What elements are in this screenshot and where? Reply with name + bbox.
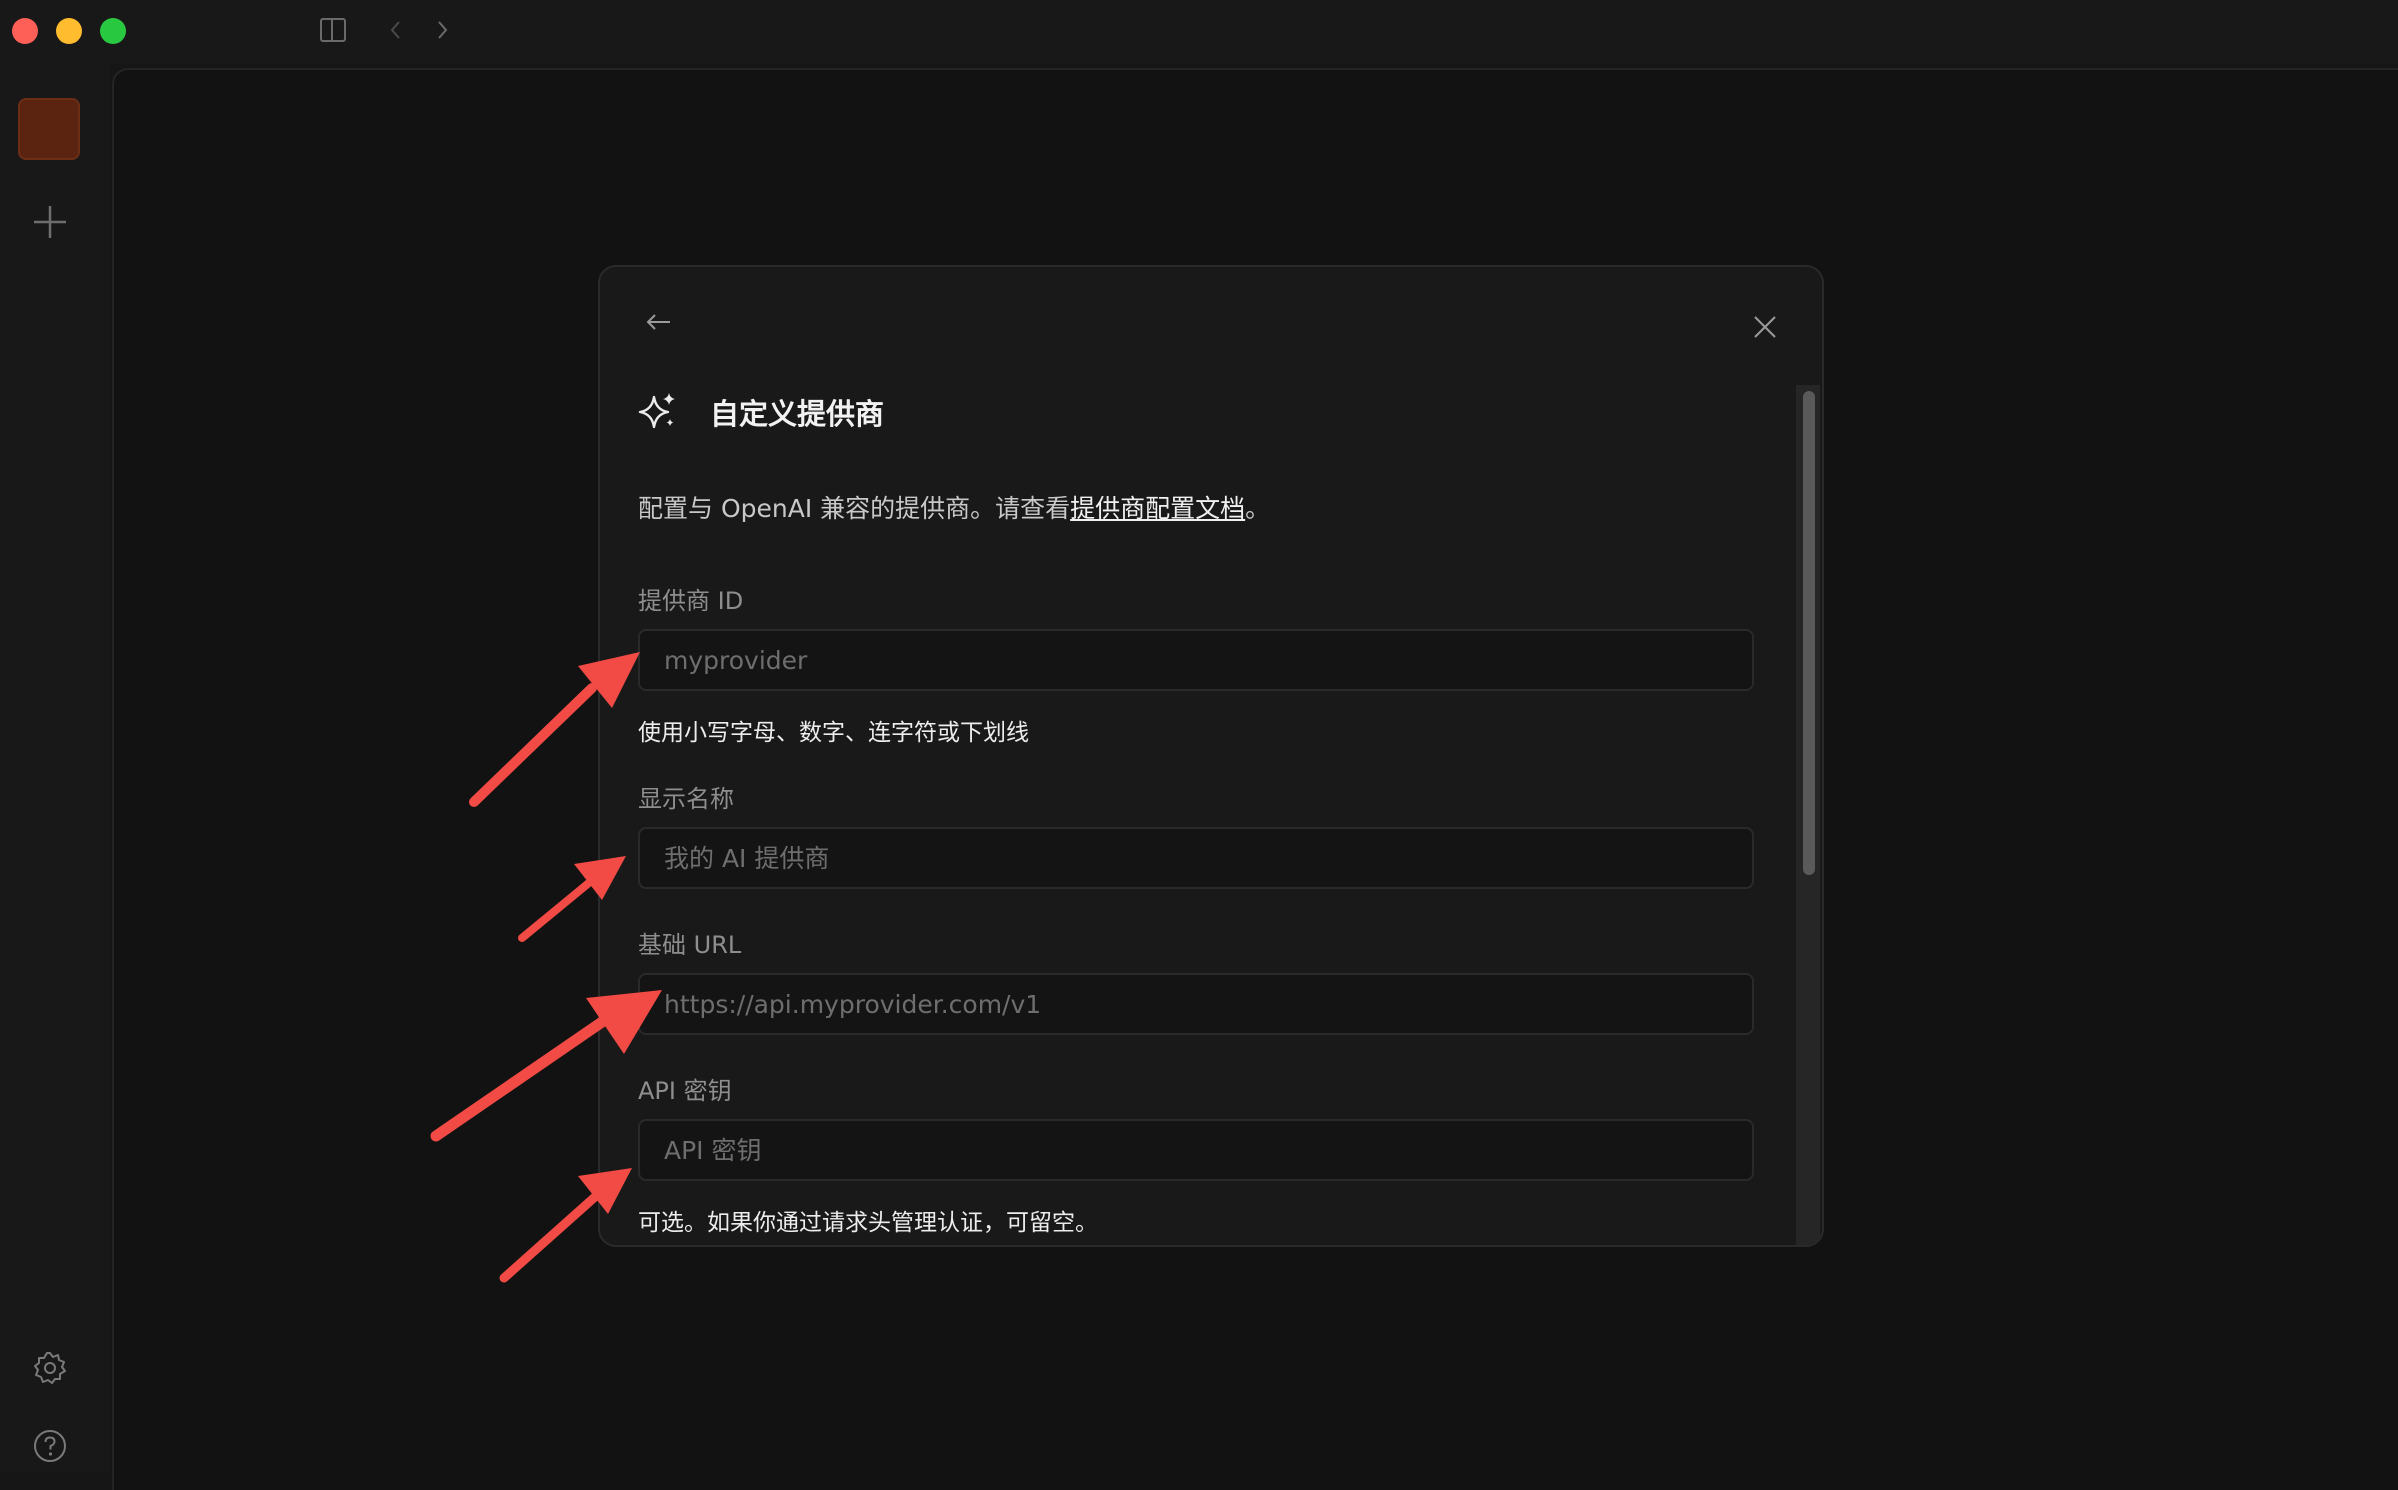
annotation-arrow	[518, 856, 626, 942]
annotation-overlay	[430, 652, 662, 1283]
annotation-arrow	[469, 652, 640, 807]
annotation-arrow	[499, 1168, 632, 1283]
annotation-arrow	[430, 990, 662, 1142]
